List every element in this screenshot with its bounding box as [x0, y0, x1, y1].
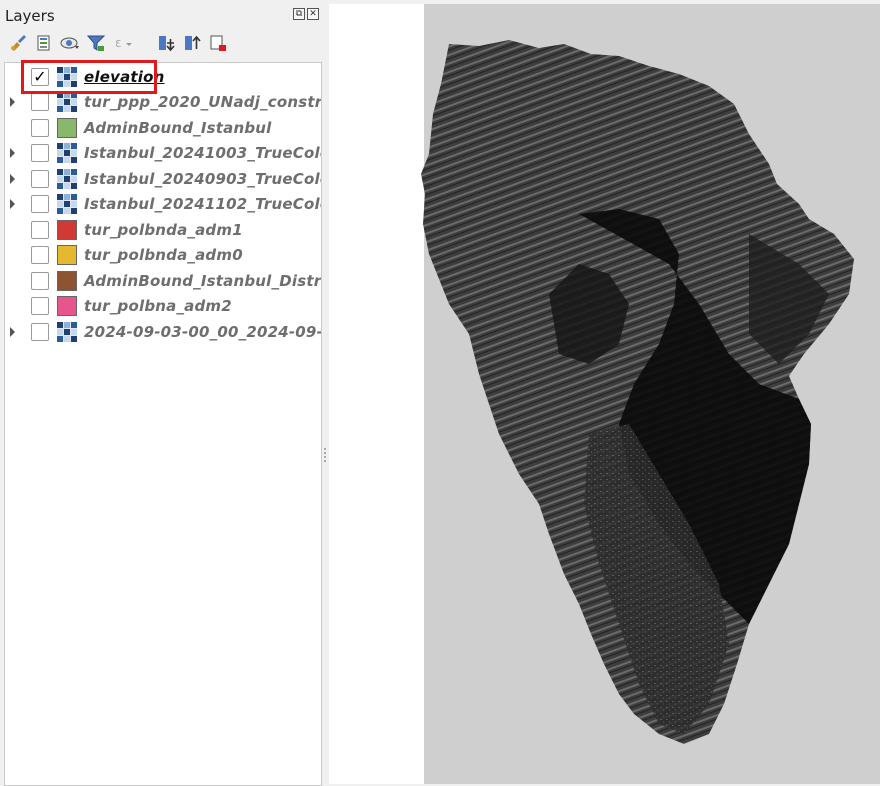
polygon-icon	[57, 220, 77, 240]
layer-row[interactable]: tur_polbnda_adm1	[5, 218, 321, 243]
layer-row[interactable]: ✓ elevation	[5, 65, 321, 90]
raster-icon	[57, 67, 77, 87]
layer-visibility-checkbox[interactable]	[31, 297, 49, 315]
layer-row[interactable]: Istanbul_20241003_TrueColor	[5, 141, 321, 166]
layer-visibility-checkbox[interactable]	[31, 272, 49, 290]
layer-row[interactable]: 2024-09-03-00_00_2024-09-03	[5, 320, 321, 345]
layer-row[interactable]: tur_polbnda_adm0	[5, 243, 321, 268]
layer-name: tur_ppp_2020_UNadj_constrained	[84, 93, 322, 111]
layer-tree: ✓ elevation tur_ppp_2020_UNadj_constrained…	[4, 62, 322, 786]
filter-expression-button[interactable]: ε	[112, 33, 132, 53]
expand-arrow-icon[interactable]	[10, 97, 15, 107]
layer-name: tur_polbnda_adm1	[84, 221, 243, 239]
add-group-button[interactable]	[34, 33, 54, 53]
expand-arrow-icon[interactable]	[10, 174, 15, 184]
layer-row[interactable]: Istanbul_20240903_TrueColor	[5, 167, 321, 192]
layer-row[interactable]: tur_ppp_2020_UNadj_constrained	[5, 90, 321, 115]
map-canvas[interactable]	[329, 4, 880, 784]
layer-row[interactable]: tur_polbna_adm2	[5, 294, 321, 319]
expand-arrow-icon[interactable]	[10, 327, 15, 337]
polygon-icon	[57, 118, 77, 138]
layer-visibility-checkbox[interactable]	[31, 195, 49, 213]
raster-icon	[57, 143, 77, 163]
expand-all-button[interactable]	[156, 33, 176, 53]
close-panel-button[interactable]: ✕	[307, 8, 319, 20]
layer-name: AdminBound_Istanbul_Districts	[84, 272, 322, 290]
layer-visibility-checkbox[interactable]	[31, 323, 49, 341]
splitter-grip	[324, 448, 326, 462]
layer-visibility-checkbox[interactable]	[31, 93, 49, 111]
manage-map-themes-icon	[60, 37, 79, 49]
layer-visibility-checkbox[interactable]: ✓	[31, 68, 49, 86]
remove-layer-icon	[210, 35, 226, 51]
layer-row[interactable]: AdminBound_Istanbul_Districts	[5, 269, 321, 294]
layer-name: Istanbul_20241003_TrueColor	[84, 144, 322, 162]
layer-name: 2024-09-03-00_00_2024-09-03	[84, 323, 322, 341]
manage-map-themes-button[interactable]	[60, 33, 80, 53]
layer-visibility-checkbox[interactable]	[31, 170, 49, 188]
layer-row[interactable]: Istanbul_20241102_TrueColor	[5, 192, 321, 217]
panel-title: Layers	[5, 7, 55, 25]
filter-expression-icon: ε	[115, 36, 132, 50]
expand-all-icon	[159, 36, 175, 52]
expand-arrow-icon[interactable]	[10, 148, 15, 158]
layer-row[interactable]: AdminBound_Istanbul	[5, 116, 321, 141]
raster-icon	[57, 322, 77, 342]
layer-name: Istanbul_20240903_TrueColor	[84, 170, 322, 188]
layer-visibility-checkbox[interactable]	[31, 144, 49, 162]
layer-visibility-checkbox[interactable]	[31, 246, 49, 264]
filter-legend-button[interactable]	[86, 33, 106, 53]
collapse-all-icon	[185, 35, 201, 50]
filter-legend-icon	[86, 35, 106, 51]
layer-name: tur_polbnda_adm0	[84, 246, 243, 264]
polygon-icon	[57, 271, 77, 291]
polygon-icon	[57, 296, 77, 316]
svg-text:ε: ε	[115, 36, 122, 50]
remove-layer-button[interactable]	[208, 33, 228, 53]
elevation-hillshade-island	[421, 40, 854, 744]
layers-toolbar: ε	[4, 31, 322, 57]
style-manager-icon	[11, 35, 26, 51]
layer-name: elevation	[84, 68, 165, 86]
polygon-icon	[57, 245, 77, 265]
layers-panel: Layers ⧉ ✕ ε ✓ elevation tur_ppp_2020_UN…	[0, 0, 322, 786]
float-panel-button[interactable]: ⧉	[293, 8, 305, 20]
layer-name: AdminBound_Istanbul	[84, 119, 272, 137]
add-group-icon	[37, 35, 50, 51]
layer-visibility-checkbox[interactable]	[31, 221, 49, 239]
collapse-all-button[interactable]	[182, 33, 202, 53]
style-manager-button[interactable]	[8, 33, 28, 53]
panel-splitter[interactable]	[322, 0, 329, 784]
layer-name: tur_polbna_adm2	[84, 297, 232, 315]
raster-icon	[57, 169, 77, 189]
raster-icon	[57, 92, 77, 112]
expand-arrow-icon[interactable]	[10, 199, 15, 209]
layer-visibility-checkbox[interactable]	[31, 119, 49, 137]
layer-name: Istanbul_20241102_TrueColor	[84, 195, 322, 213]
raster-icon	[57, 194, 77, 214]
